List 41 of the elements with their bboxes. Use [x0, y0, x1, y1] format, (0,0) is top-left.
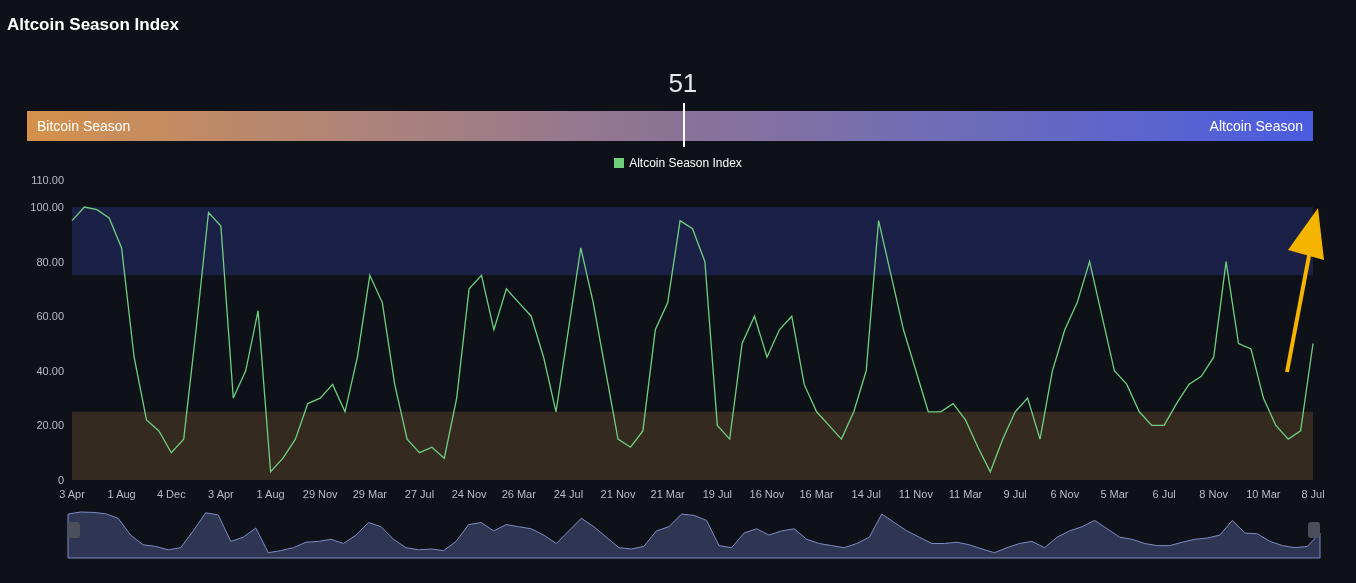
x-axis-label: 5 Mar [1100, 488, 1129, 500]
x-axis-label: 29 Nov [302, 488, 338, 500]
gauge-label: Bitcoin Season [37, 116, 131, 136]
x-axis-label: 29 Mar [352, 488, 387, 500]
x-axis-label: 1 Aug [256, 488, 285, 500]
x-axis-label: 14 Jul [851, 488, 881, 500]
x-axis-label: 16 Mar [799, 488, 834, 500]
page-title: Altcoin Season Index [7, 14, 180, 36]
x-axis-label: 8 Jul [1301, 488, 1325, 500]
x-axis-label: 10 Mar [1246, 488, 1281, 500]
y-axis-label: 110.00 [31, 173, 64, 186]
index-value: 51 [668, 67, 698, 100]
x-axis-label: 1 Aug [107, 488, 136, 500]
x-axis-label: 11 Nov [898, 488, 933, 500]
x-axis-label: 8 Nov [1199, 488, 1229, 500]
x-axis-label: 21 Nov [600, 488, 636, 500]
y-axis-label: 0 [57, 474, 64, 486]
arrow-icon [1285, 208, 1324, 373]
x-axis-label: 16 Nov [749, 488, 785, 500]
range-navigator[interactable] [67, 511, 1321, 559]
y-axis-label: 80.00 [36, 255, 64, 268]
legend-swatch [614, 157, 625, 168]
gauge-label: Altcoin Season [1209, 116, 1303, 136]
x-axis-label: 3 Apr [208, 488, 234, 500]
x-axis-label: 21 Mar [650, 488, 685, 500]
y-axis-label: 20.00 [36, 419, 64, 432]
x-axis-label: 6 Nov [1050, 488, 1080, 500]
x-axis-label: 11 Mar [948, 488, 983, 500]
legend-label: Altcoin Season Index [629, 154, 742, 172]
x-axis-label: 27 Jul [404, 488, 435, 500]
y-axis-label: 100.00 [30, 201, 64, 213]
x-axis-label: 9 Jul [1003, 488, 1027, 500]
x-axis-label: 4 Dec [156, 488, 186, 500]
x-axis-label: 24 Jul [553, 488, 584, 500]
y-axis-label: 40.00 [36, 364, 64, 377]
x-axis-label: 26 Mar [501, 488, 536, 500]
x-axis-label: 3 Apr [59, 488, 85, 500]
x-axis-label: 19 Jul [702, 488, 732, 500]
x-axis-label: 6 Jul [1152, 488, 1176, 500]
y-axis-label: 60.00 [36, 310, 64, 323]
x-axis-label: 24 Nov [451, 488, 487, 500]
